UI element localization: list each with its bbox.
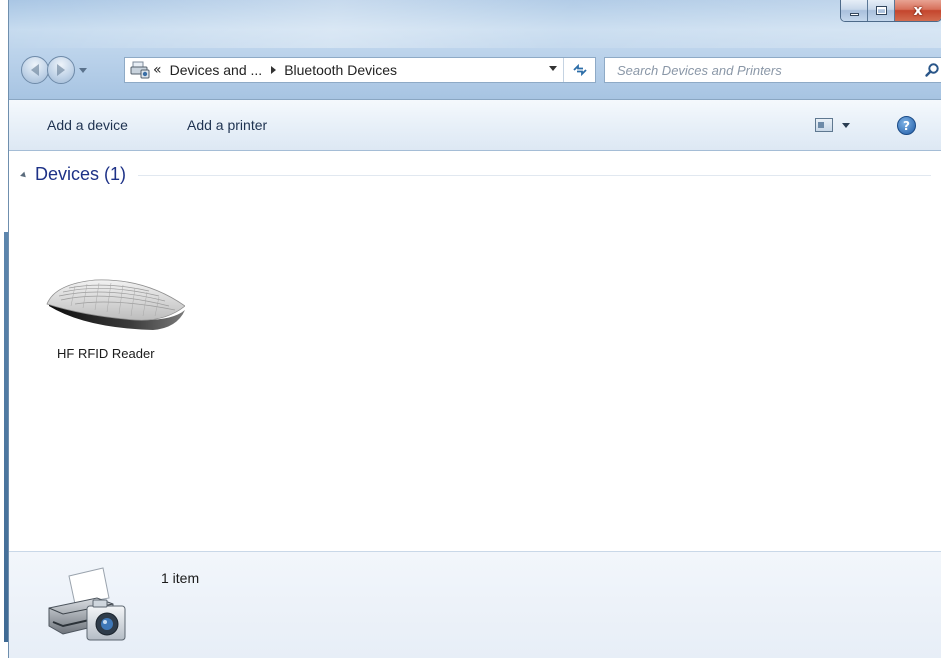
forward-arrow-icon (57, 64, 65, 76)
breadcrumb-bluetooth-devices[interactable]: Bluetooth Devices (284, 62, 397, 78)
address-history-dropdown-icon[interactable] (549, 66, 557, 71)
minimize-icon (849, 13, 859, 16)
navigation-row: « Devices and ... Bluetooth Devices Sear… (21, 54, 941, 86)
recent-pages-button[interactable] (77, 62, 89, 78)
title-bar[interactable]: x « Devices and ... Bluetooth Devices Se… (9, 0, 941, 100)
keyboard-icon (46, 279, 185, 330)
group-divider (138, 175, 931, 176)
refresh-button[interactable] (563, 58, 595, 82)
chevron-down-icon (79, 67, 87, 73)
group-label: Devices (1) (35, 164, 127, 184)
minimize-button[interactable] (841, 0, 868, 21)
devices-and-printers-location-icon (129, 59, 151, 81)
back-button[interactable] (21, 56, 49, 84)
caption-buttons: x (840, 0, 941, 22)
window-left-edge (0, 0, 8, 658)
help-icon: ? (903, 118, 910, 133)
search-box[interactable]: Search Devices and Printers (604, 57, 941, 83)
breadcrumb-devices-and-printers[interactable]: Devices and ... (170, 62, 263, 78)
breadcrumb-separator-icon[interactable] (271, 66, 277, 74)
device-item[interactable]: HF RFID Reader (43, 276, 185, 372)
address-bar[interactable]: « Devices and ... Bluetooth Devices (124, 57, 596, 83)
search-input[interactable]: Search Devices and Printers (617, 63, 782, 78)
view-options-icon[interactable] (815, 118, 833, 132)
view-options-dropdown-icon[interactable] (842, 123, 850, 128)
content-pane: Devices (1) HF RFID Reader (9, 152, 941, 550)
item-count: 1 item (161, 570, 200, 586)
nav-buttons (21, 56, 129, 84)
refresh-icon (572, 63, 587, 77)
magnifier-icon[interactable] (924, 62, 940, 78)
explorer-window: x « Devices and ... Bluetooth Devices Se… (8, 0, 941, 658)
collapse-triangle-icon[interactable] (20, 171, 28, 180)
add-printer-button[interactable]: Add a printer (187, 117, 267, 133)
help-button[interactable]: ? (897, 116, 916, 135)
forward-button[interactable] (47, 56, 75, 84)
details-pane: 1 item (9, 551, 941, 658)
close-button[interactable]: x (895, 0, 941, 21)
maximize-button[interactable] (868, 0, 895, 21)
address-overflow-button[interactable]: « (153, 62, 162, 78)
command-bar: Add a device Add a printer ? (9, 100, 941, 151)
close-icon: x (913, 2, 923, 19)
add-device-button[interactable]: Add a device (47, 117, 128, 133)
devices-and-printers-icon (48, 567, 126, 641)
device-name: HF RFID Reader (57, 346, 155, 361)
back-arrow-icon (31, 64, 39, 76)
devices-group-header[interactable]: Devices (1) (20, 164, 931, 185)
maximize-icon (875, 6, 887, 15)
